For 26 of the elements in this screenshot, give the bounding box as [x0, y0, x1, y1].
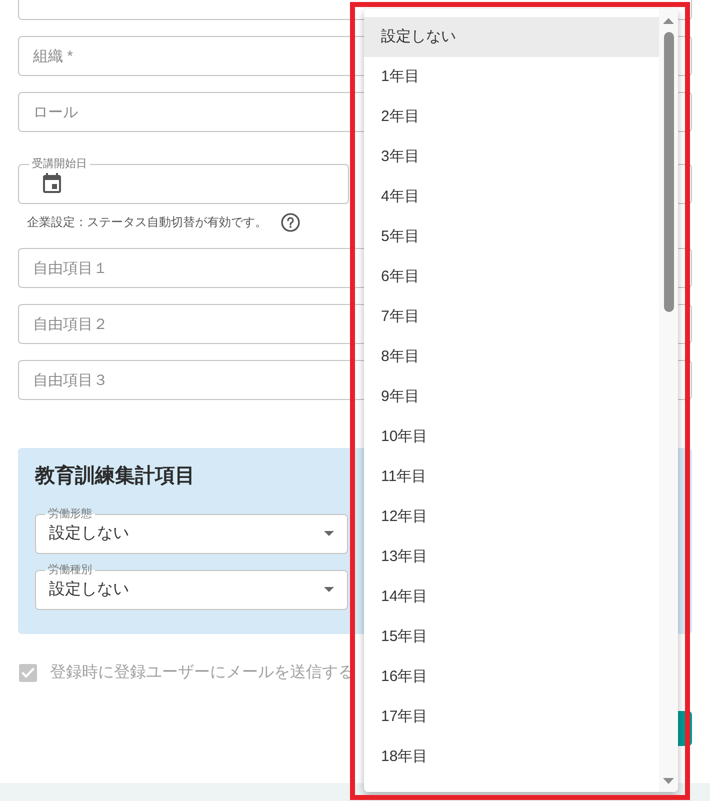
dropdown-option[interactable]: 13年目: [364, 537, 659, 577]
down-arrow-icon[interactable]: [663, 778, 674, 784]
hint-text: 企業設定：ステータス自動切替が有効です。: [27, 214, 267, 230]
date-field[interactable]: 受講開始日: [18, 157, 349, 204]
dropdown-option[interactable]: 3年目: [364, 137, 659, 177]
scrollbar-thumb[interactable]: [664, 32, 674, 312]
dropdown-option[interactable]: 17年目: [364, 697, 659, 737]
scrollbar[interactable]: [659, 9, 678, 792]
dropdown-option[interactable]: 18年目: [364, 737, 659, 777]
dropdown-option[interactable]: 11年目: [364, 457, 659, 497]
check-icon: [21, 667, 35, 678]
dropdown-option[interactable]: 14年目: [364, 577, 659, 617]
select-field[interactable]: 労働種別 設定しない: [35, 563, 348, 610]
dropdown-option[interactable]: 12年目: [364, 497, 659, 537]
panel-title: 教育訓練集計項目: [35, 463, 195, 489]
dropdown-option[interactable]: 10年目: [364, 417, 659, 457]
caret-down-icon: [324, 531, 334, 536]
help-icon[interactable]: [281, 212, 300, 232]
dropdown-option[interactable]: 4年目: [364, 177, 659, 217]
dropdown-option[interactable]: 設定しない: [364, 17, 659, 57]
calendar-icon[interactable]: [43, 173, 61, 193]
dropdown-option[interactable]: 16年目: [364, 657, 659, 697]
select-field[interactable]: 労働形態 設定しない: [35, 507, 348, 554]
dropdown-option[interactable]: 15年目: [364, 617, 659, 657]
up-arrow-icon[interactable]: [663, 18, 674, 24]
caret-down-icon: [324, 587, 334, 592]
